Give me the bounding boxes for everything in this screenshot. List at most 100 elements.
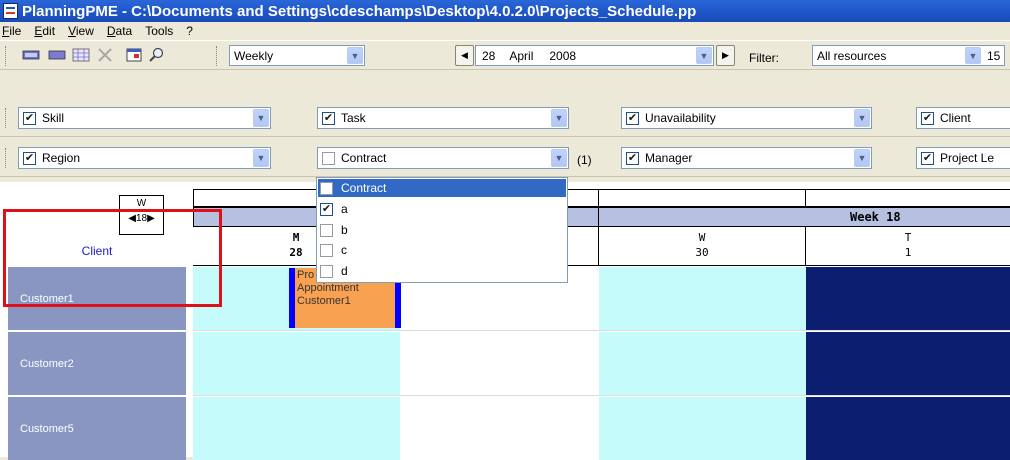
filter-row-1: Skill ▼ Task ▼ Unavailability ▼ Client: [0, 101, 1010, 137]
project-leader-checkbox[interactable]: [921, 151, 934, 165]
filter-select[interactable]: All resources ▼ 15: [812, 45, 1005, 66]
region-label: Region: [42, 151, 81, 165]
region-checkbox[interactable]: [23, 151, 36, 165]
divider: [598, 189, 599, 227]
dropdown-item-label: d: [341, 264, 348, 278]
cell[interactable]: [599, 397, 806, 460]
menu-data[interactable]: Data: [107, 24, 132, 38]
view-mode-value: Weekly: [234, 48, 274, 63]
skill-checkbox[interactable]: [23, 111, 36, 125]
menu-view[interactable]: View: [68, 24, 94, 38]
manager-label: Manager: [645, 151, 693, 165]
checkbox[interactable]: [320, 243, 333, 257]
chevron-down-icon[interactable]: ▼: [854, 149, 870, 167]
row-separator: [193, 395, 1010, 396]
cell[interactable]: [193, 332, 400, 395]
client-checkbox[interactable]: [921, 111, 934, 125]
cell[interactable]: [400, 332, 599, 395]
date-select[interactable]: 28 April 2008 ▼: [475, 45, 714, 66]
view-list-icon[interactable]: [22, 47, 40, 63]
menu-help[interactable]: ?: [186, 24, 193, 38]
manager-checkbox[interactable]: [626, 151, 639, 165]
dropdown-item-label: c: [341, 243, 347, 257]
previous-date-button[interactable]: ◀: [455, 45, 474, 66]
chevron-down-icon[interactable]: ▼: [253, 149, 269, 167]
day-letter: W: [698, 231, 706, 244]
toolbar: Weekly ▼ ◀ 28 April 2008 ▼ ▶ Filter: All…: [0, 40, 1010, 70]
filter-label: Filter:: [749, 51, 779, 65]
date-month: April: [509, 48, 534, 63]
chevron-down-icon[interactable]: ▼: [551, 109, 567, 127]
cell[interactable]: [193, 397, 400, 460]
checkbox[interactable]: [320, 202, 333, 216]
dropdown-item-d[interactable]: d: [318, 262, 566, 280]
checkbox[interactable]: [320, 264, 333, 278]
chevron-down-icon[interactable]: ▼: [347, 47, 363, 64]
chevron-down-icon[interactable]: ▼: [854, 109, 870, 127]
dropdown-item-a[interactable]: a: [318, 200, 566, 218]
checkbox[interactable]: [320, 181, 333, 195]
chevron-down-icon[interactable]: ▼: [551, 149, 567, 167]
window-icon[interactable]: [125, 47, 143, 63]
contract-filter[interactable]: Contract ▼: [317, 147, 569, 169]
task-checkbox[interactable]: [322, 111, 335, 125]
appointment-line: Appointment: [297, 282, 359, 294]
toolbar-grip[interactable]: [5, 148, 8, 168]
toolbar-grip[interactable]: [5, 46, 8, 66]
arrow-right-icon: ▶: [722, 50, 729, 60]
menu-edit[interactable]: Edit: [34, 24, 55, 38]
chevron-down-icon[interactable]: ▼: [965, 47, 981, 64]
row-customer2[interactable]: Customer2: [8, 332, 186, 395]
project-leader-label: Project Le: [940, 151, 995, 165]
menu-file[interactable]: File: [2, 24, 21, 38]
extra-value: 15: [987, 49, 1001, 63]
row-customer5[interactable]: Customer5: [8, 397, 186, 460]
contract-label: Contract: [341, 151, 387, 165]
chevron-down-icon[interactable]: ▼: [696, 47, 712, 64]
grid-settings-icon[interactable]: [72, 47, 90, 63]
dropdown-item-label: b: [341, 223, 348, 237]
unavailable-cell[interactable]: [806, 332, 1010, 395]
view-mode-select[interactable]: Weekly ▼: [229, 45, 365, 66]
contract-checkbox[interactable]: [322, 151, 335, 165]
dropdown-item-contract[interactable]: Contract: [318, 179, 566, 197]
cell[interactable]: [400, 397, 599, 460]
skill-filter[interactable]: Skill ▼: [18, 107, 271, 129]
date-year: 2008: [549, 48, 577, 63]
task-filter[interactable]: Task ▼: [317, 107, 569, 129]
unavailable-cell[interactable]: [806, 397, 1010, 460]
day-number: 30: [695, 246, 709, 259]
highlight-annotation: [3, 209, 222, 307]
next-date-button[interactable]: ▶: [716, 45, 735, 66]
cell[interactable]: [599, 332, 806, 395]
day-header-thursday[interactable]: T 1: [806, 227, 1010, 266]
divider: [805, 189, 806, 207]
manager-filter[interactable]: Manager ▼: [621, 147, 872, 169]
filter-row-2: Region ▼ Contract ▼ (1) Manager ▼ Projec…: [0, 141, 1010, 177]
delete-icon[interactable]: [96, 47, 114, 63]
day-header-wednesday[interactable]: W 30: [599, 227, 806, 266]
unavailable-cell[interactable]: [806, 267, 1010, 330]
toolbar-grip[interactable]: [5, 108, 8, 128]
client-label: Client: [940, 111, 971, 125]
unavailability-filter[interactable]: Unavailability ▼: [621, 107, 872, 129]
unavailability-checkbox[interactable]: [626, 111, 639, 125]
dropdown-item-c[interactable]: c: [318, 241, 566, 259]
row-separator: [193, 330, 1010, 331]
client-filter[interactable]: Client: [916, 107, 1010, 129]
search-icon[interactable]: [148, 47, 166, 63]
checkbox[interactable]: [320, 223, 333, 237]
chevron-down-icon[interactable]: ▼: [253, 109, 269, 127]
app-icon[interactable]: [3, 3, 18, 19]
menu-tools[interactable]: Tools: [145, 24, 173, 38]
view-block-icon[interactable]: [48, 47, 66, 63]
project-leader-filter[interactable]: Project Le: [916, 147, 1010, 169]
menu-bar: File Edit View Data Tools ?: [0, 22, 1010, 40]
cell[interactable]: [599, 267, 806, 330]
filter-value: All resources: [817, 48, 887, 63]
contract-dropdown-list: Contract a b c d: [316, 177, 568, 283]
dropdown-item-b[interactable]: b: [318, 221, 566, 239]
toolbar-grip[interactable]: [216, 46, 219, 66]
title-bar: PlanningPME - C:\Documents and Settings\…: [0, 0, 1010, 22]
region-filter[interactable]: Region ▼: [18, 147, 271, 169]
